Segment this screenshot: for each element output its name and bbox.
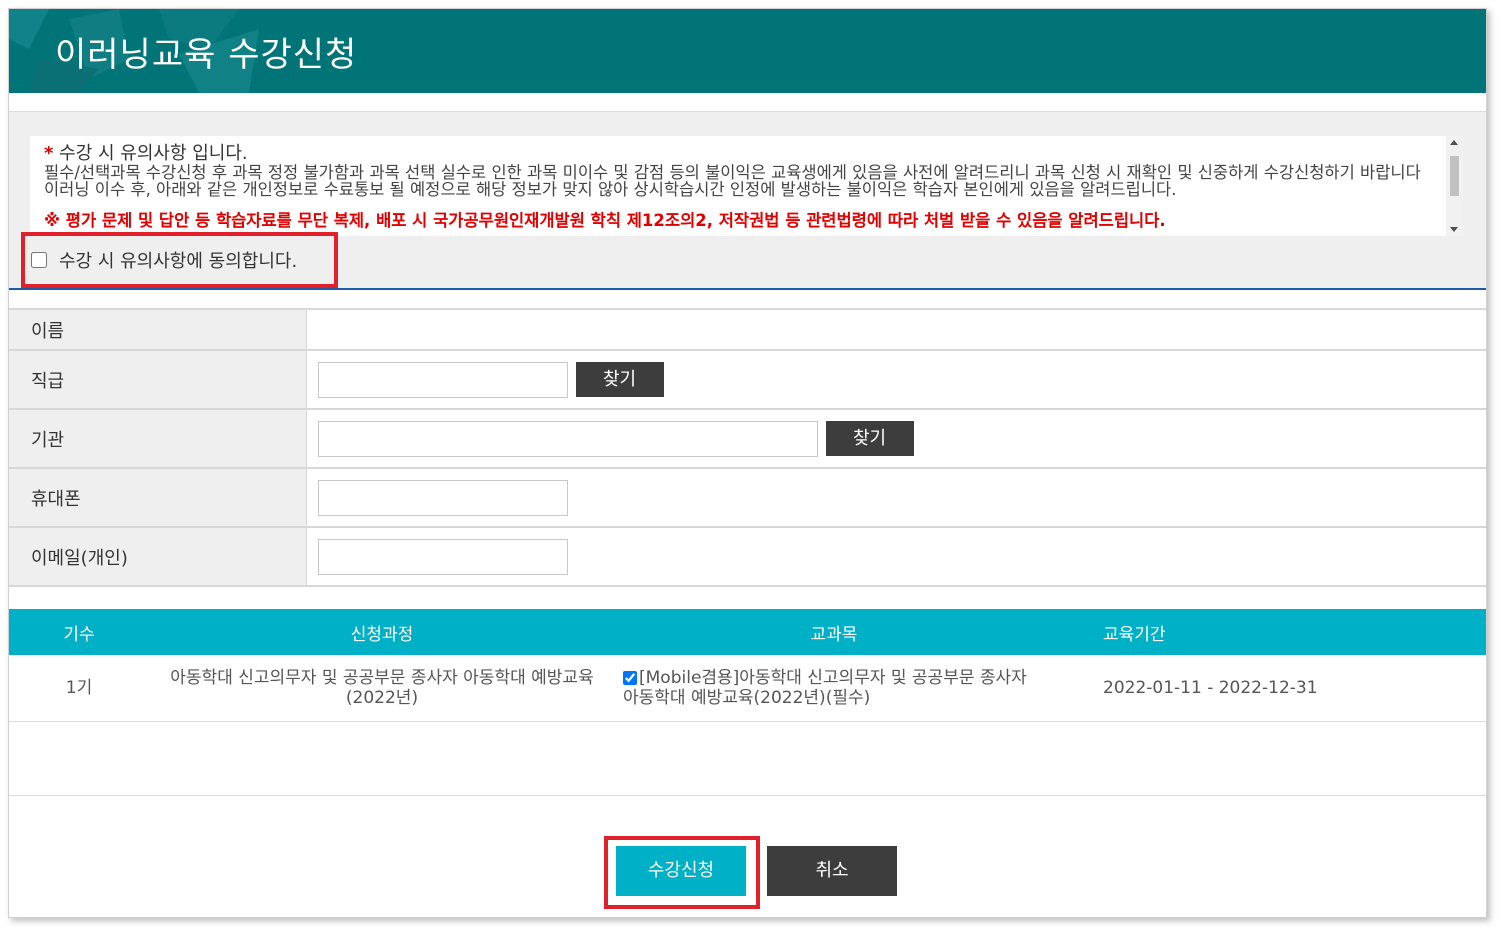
rank-input[interactable]: [317, 361, 568, 398]
apply-button[interactable]: 수강신청: [616, 846, 746, 896]
notice-warning: ※ 평가 문제 및 답안 등 학습자료를 무단 복제, 배포 시 국가공무원인재…: [44, 211, 1166, 230]
form-row-phone: 휴대폰: [9, 468, 1486, 527]
course-no: 1기: [65, 677, 93, 698]
notice-body: 필수/선택과목 수강신청 후 과목 정정 불가함과 과목 선택 실수로 인한 과…: [44, 163, 1421, 199]
course-name: 아동학대 신고의무자 및 공공부문 종사자 아동학대 예방교육(2022년): [170, 667, 594, 708]
phone-input[interactable]: [317, 479, 568, 516]
email-input[interactable]: [317, 538, 568, 575]
section-divider: [9, 288, 1486, 290]
enrollment-popup: 이러닝교육 수강신청 * 수강 시 유의사항 입니다. 필수/선택과목 수강신청…: [8, 8, 1487, 918]
notice-title: * 수강 시 유의사항 입니다.: [44, 144, 1439, 164]
name-value: [306, 309, 1486, 350]
email-label: 이메일(개인): [9, 527, 307, 586]
name-label: 이름: [9, 309, 307, 350]
table-row-empty: [9, 721, 1486, 795]
org-input[interactable]: [317, 420, 818, 457]
page: 이러닝교육 수강신청 * 수강 시 유의사항 입니다. 필수/선택과목 수강신청…: [0, 0, 1500, 930]
form-row-name: 이름: [9, 309, 1486, 350]
form-row-org: 기관 찾기: [9, 409, 1486, 468]
course-table: 기수 신청과정 교과목 교육기간 1기 아동학대 신고의무자 및 공공부문 종사…: [9, 609, 1486, 796]
table-row: 1기 아동학대 신고의무자 및 공공부문 종사자 아동학대 예방교육(2022년…: [9, 655, 1486, 721]
notice-scroll-box[interactable]: * 수강 시 유의사항 입니다. 필수/선택과목 수강신청 후 과목 정정 불가…: [30, 136, 1463, 236]
phone-label: 휴대폰: [9, 468, 307, 527]
scroll-down-arrow-icon[interactable]: [1450, 227, 1458, 232]
col-header-subject: 교과목: [810, 624, 858, 645]
scroll-thumb[interactable]: [1450, 156, 1459, 196]
agree-highlight-box: [21, 232, 338, 288]
org-label: 기관: [9, 409, 307, 468]
rank-label: 직급: [9, 350, 307, 409]
subject-name: [Mobile겸용]아동학대 신고의무자 및 공공부문 종사자 아동학대 예방교…: [623, 667, 1027, 708]
applicant-info-form: 이름 직급 찾기 기관 찾기 휴대폰 이메일(개인): [9, 308, 1486, 587]
form-row-email: 이메일(개인): [9, 527, 1486, 586]
col-header-period: 교육기간: [1103, 624, 1166, 645]
course-period: 2022-01-11 - 2022-12-31: [1103, 677, 1318, 698]
org-find-button[interactable]: 찾기: [825, 421, 914, 456]
rank-find-button[interactable]: 찾기: [575, 362, 664, 397]
popup-header: 이러닝교육 수강신청: [9, 9, 1486, 93]
subject-cell: [Mobile겸용]아동학대 신고의무자 및 공공부문 종사자 아동학대 예방교…: [615, 655, 1053, 721]
scroll-up-arrow-icon[interactable]: [1450, 140, 1458, 145]
col-header-course: 신청과정: [350, 624, 414, 645]
subject-checkbox[interactable]: [623, 670, 637, 685]
col-header-no: 기수: [63, 624, 95, 645]
page-title: 이러닝교육 수강신청: [55, 35, 358, 75]
notice-text: * 수강 시 유의사항 입니다. 필수/선택과목 수강신청 후 과목 정정 불가…: [44, 144, 1439, 230]
notice-scrollbar[interactable]: [1446, 136, 1463, 236]
notice-title-text: 수강 시 유의사항 입니다.: [59, 143, 248, 164]
course-table-header: 기수 신청과정 교과목 교육기간: [9, 609, 1486, 655]
notice-title-star: *: [44, 143, 54, 164]
cancel-button[interactable]: 취소: [767, 846, 897, 896]
form-row-rank: 직급 찾기: [9, 350, 1486, 409]
